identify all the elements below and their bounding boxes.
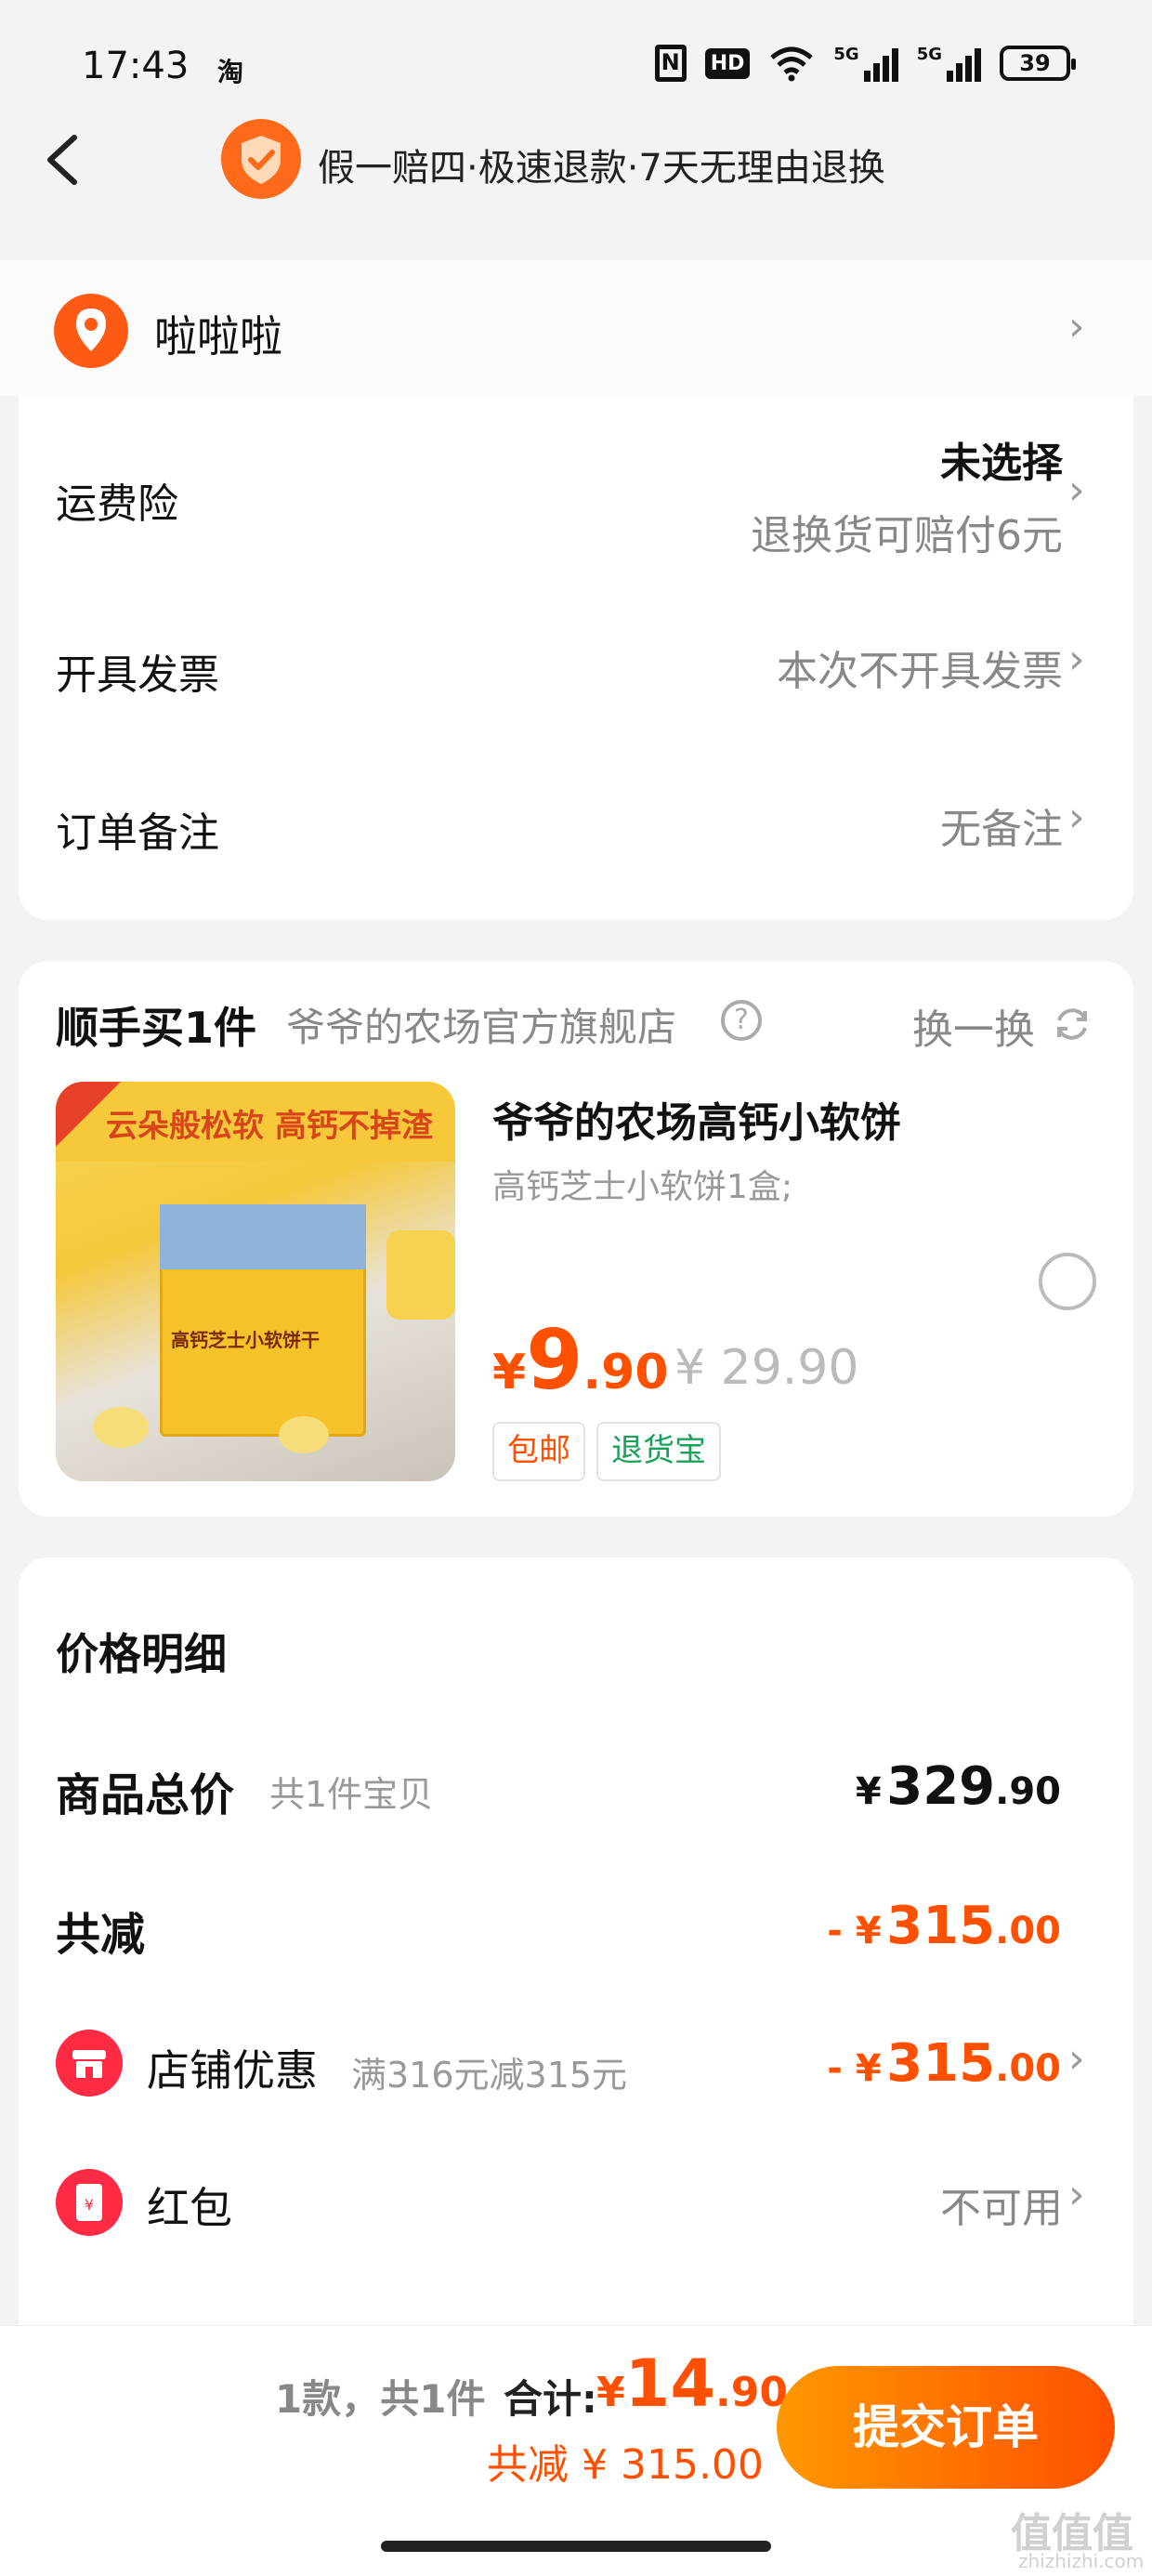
freight-chevron-icon: › <box>1068 467 1085 514</box>
product-spec: 高钙芝士小软饼1盒; <box>492 1168 793 1206</box>
store-discount-chevron-icon: › <box>1068 2035 1085 2083</box>
note-label: 订单备注 <box>56 809 219 857</box>
wifi-icon <box>770 46 814 82</box>
guarantee-text: 假一赔四·极速退款·7天无理由退换 <box>318 147 885 190</box>
price-detail-title: 价格明细 <box>56 1629 227 1679</box>
freight-insurance-value[interactable]: 未选择 <box>940 429 1063 489</box>
goods-total-label: 商品总价 <box>56 1769 235 1821</box>
buy-more-title: 顺手买1件 <box>56 1003 257 1053</box>
status-time: 17:43 <box>82 45 190 87</box>
buy-more-store[interactable]: 爷爷的农场官方旗舰店 <box>286 996 676 1053</box>
note-chevron-icon: › <box>1068 794 1085 841</box>
store-discount-amount[interactable]: - ¥ 315.00 <box>827 2033 1061 2094</box>
back-arrow-icon[interactable] <box>41 130 85 190</box>
item-count: 1款，共1件 <box>275 2376 486 2422</box>
add-product-radio[interactable] <box>1039 1253 1096 1310</box>
freight-insurance-subvalue: 退换货可赔付6元 <box>751 512 1063 559</box>
location-pin-icon <box>54 294 128 368</box>
red-packet-label: 红包 <box>147 2183 232 2233</box>
help-icon[interactable]: ? <box>721 1000 762 1041</box>
address-chevron-icon: › <box>1068 303 1085 350</box>
hd-voice-icon: HD <box>704 47 751 79</box>
note-value[interactable]: 无备注 <box>940 795 1063 855</box>
red-packet-value[interactable]: 不可用 <box>940 2175 1063 2234</box>
goods-total-amount: ¥ 329.90 <box>855 1756 1061 1817</box>
swap-button[interactable]: 换一换 <box>912 996 1035 1056</box>
invoice-chevron-icon: › <box>1068 636 1085 683</box>
nfc-icon: N <box>654 45 687 82</box>
watermark-domain: zhizhizhi.com <box>1018 2550 1145 2572</box>
store-discount-note: 满316元减315元 <box>351 2055 628 2096</box>
return-insurance-tag: 退货宝 <box>596 1422 721 1481</box>
home-indicator[interactable] <box>381 2541 771 2552</box>
goods-total-note: 共1件宝贝 <box>269 1774 434 1815</box>
store-discount-label: 店铺优惠 <box>147 2045 318 2096</box>
invoice-label: 开具发票 <box>56 651 219 699</box>
signal-1-icon: 5G <box>833 45 898 82</box>
product-image[interactable]: 云朵般松软 高钙不掉渣 高钙芝士小软饼干 <box>56 1082 455 1481</box>
total-discount-amount: - ¥ 315.00 <box>827 1896 1061 1956</box>
free-shipping-tag: 包邮 <box>492 1422 585 1481</box>
product-name[interactable]: 爷爷的农场高钙小软饼 <box>492 1089 901 1149</box>
refresh-icon[interactable] <box>1052 1004 1093 1045</box>
signal-2-icon: 5G <box>917 45 981 82</box>
red-packet-icon: ¥ <box>56 2169 123 2236</box>
total-discount-label: 共减 <box>56 1909 146 1961</box>
shield-check-icon <box>221 119 301 199</box>
store-icon <box>56 2030 123 2096</box>
address-name: 啦啦啦 <box>154 311 282 361</box>
total-label: 合计: <box>504 2376 597 2422</box>
freight-insurance-label: 运费险 <box>56 480 178 528</box>
product-price: ¥9.90 <box>492 1312 669 1408</box>
total-amount: ¥14.90 <box>596 2346 788 2422</box>
saved-amount: 共减 ¥ 315.00 <box>487 2441 764 2489</box>
product-box-title: 高钙芝士小软饼干 <box>171 1329 320 1351</box>
submit-order-button[interactable]: 提交订单 <box>777 2366 1115 2489</box>
status-icons: N HD 5G 5G 39 <box>654 45 1076 82</box>
battery-icon: 39 <box>1000 46 1076 81</box>
red-packet-chevron-icon: › <box>1068 2171 1085 2218</box>
product-image-banner: 云朵般松软 高钙不掉渣 <box>106 1108 433 1145</box>
invoice-value[interactable]: 本次不开具发票 <box>777 637 1063 697</box>
taobao-notification-icon: 淘 <box>217 57 244 87</box>
product-original-price: ¥ 29.90 <box>674 1340 859 1396</box>
svg-text:¥: ¥ <box>85 2196 94 2214</box>
